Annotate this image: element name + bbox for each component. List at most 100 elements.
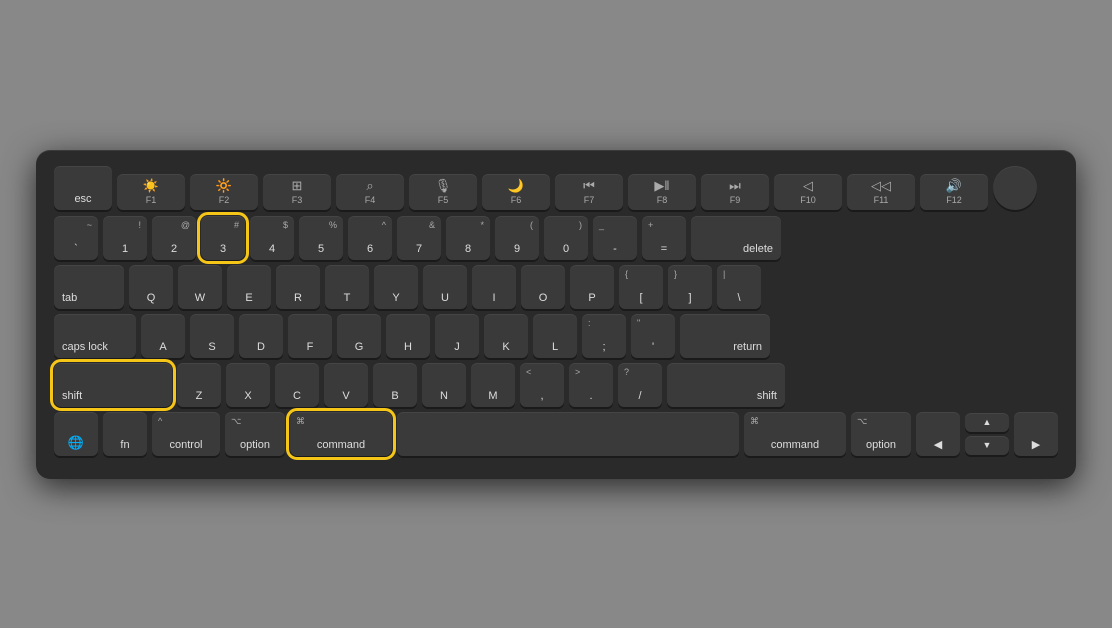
key-f11[interactable]: ◁◁ F11	[847, 174, 915, 210]
key-8-main: 8	[465, 243, 471, 255]
key-arrow-left[interactable]: ◀	[916, 412, 960, 456]
key-power[interactable]	[993, 166, 1037, 210]
key-b[interactable]: B	[373, 363, 417, 407]
bottom-row: 🌐 fn ^ control ⌥ option ⌘ command ⌘ comm…	[54, 412, 1058, 456]
key-f12-icon: 🔊	[946, 178, 962, 194]
key-3[interactable]: # 3	[201, 216, 245, 260]
key-command-right-label: command	[771, 439, 819, 451]
key-delete[interactable]: delete	[691, 216, 781, 260]
key-p[interactable]: P	[570, 265, 614, 309]
key-5-top: %	[329, 221, 337, 230]
key-option-right[interactable]: ⌥ option	[851, 412, 911, 456]
key-equals[interactable]: + =	[642, 216, 686, 260]
key-o[interactable]: O	[521, 265, 565, 309]
key-d[interactable]: D	[239, 314, 283, 358]
key-1-top: !	[138, 221, 141, 230]
key-7[interactable]: & 7	[397, 216, 441, 260]
key-esc[interactable]: esc	[54, 166, 112, 210]
key-shift-left[interactable]: shift	[54, 363, 172, 407]
key-v[interactable]: V	[324, 363, 368, 407]
key-h[interactable]: H	[386, 314, 430, 358]
key-shift-right[interactable]: shift	[667, 363, 785, 407]
key-y[interactable]: Y	[374, 265, 418, 309]
key-backslash[interactable]: | \	[717, 265, 761, 309]
key-f2-icon: 🔆	[216, 178, 232, 194]
key-1[interactable]: ! 1	[103, 216, 147, 260]
key-w[interactable]: W	[178, 265, 222, 309]
key-tab[interactable]: tab	[54, 265, 124, 309]
key-5[interactable]: % 5	[299, 216, 343, 260]
key-command-right[interactable]: ⌘ command	[744, 412, 846, 456]
key-t[interactable]: T	[325, 265, 369, 309]
key-esc-label: esc	[74, 193, 91, 205]
key-2[interactable]: @ 2	[152, 216, 196, 260]
key-quote[interactable]: " '	[631, 314, 675, 358]
key-arrow-right[interactable]: ▶	[1014, 412, 1058, 456]
key-f2[interactable]: 🔆 F2	[190, 174, 258, 210]
key-f9[interactable]: ⏭ F9	[701, 174, 769, 210]
key-arrow-up[interactable]: ▲	[965, 413, 1009, 432]
key-l[interactable]: L	[533, 314, 577, 358]
key-return[interactable]: return	[680, 314, 770, 358]
key-f6[interactable]: 🌙 F6	[482, 174, 550, 210]
key-f7[interactable]: ⏮ F7	[555, 174, 623, 210]
key-s[interactable]: S	[190, 314, 234, 358]
key-f7-icon: ⏮	[583, 178, 595, 194]
key-semicolon[interactable]: : ;	[582, 314, 626, 358]
key-x[interactable]: X	[226, 363, 270, 407]
key-f12[interactable]: 🔊 F12	[920, 174, 988, 210]
key-minus-top: _	[599, 221, 604, 230]
key-comma[interactable]: < ,	[520, 363, 564, 407]
key-n[interactable]: N	[422, 363, 466, 407]
key-q[interactable]: Q	[129, 265, 173, 309]
key-capslock[interactable]: caps lock	[54, 314, 136, 358]
key-u[interactable]: U	[423, 265, 467, 309]
key-k[interactable]: K	[484, 314, 528, 358]
key-f4-icon: ⌕	[366, 178, 373, 194]
key-f8[interactable]: ▶‖ F8	[628, 174, 696, 210]
key-option-left[interactable]: ⌥ option	[225, 412, 285, 456]
key-8[interactable]: * 8	[446, 216, 490, 260]
key-c[interactable]: C	[275, 363, 319, 407]
key-r[interactable]: R	[276, 265, 320, 309]
key-slash[interactable]: ? /	[618, 363, 662, 407]
key-f4-label: F4	[365, 195, 376, 205]
key-g[interactable]: G	[337, 314, 381, 358]
key-f1[interactable]: ☀️ F1	[117, 174, 185, 210]
key-open-bracket[interactable]: { [	[619, 265, 663, 309]
key-f8-label: F8	[657, 195, 668, 205]
key-minus-main: -	[613, 243, 617, 255]
key-f5[interactable]: 🎙 F5	[409, 174, 477, 210]
key-control-label: control	[169, 439, 202, 451]
key-f4[interactable]: ⌕ F4	[336, 174, 404, 210]
key-space[interactable]	[397, 412, 739, 456]
key-a[interactable]: A	[141, 314, 185, 358]
key-f10[interactable]: ◁ F10	[774, 174, 842, 210]
key-backtick[interactable]: ~ `	[54, 216, 98, 260]
key-control-icon: ^	[158, 417, 162, 426]
key-m[interactable]: M	[471, 363, 515, 407]
key-period[interactable]: > .	[569, 363, 613, 407]
key-e[interactable]: E	[227, 265, 271, 309]
key-9[interactable]: ( 9	[495, 216, 539, 260]
key-f[interactable]: F	[288, 314, 332, 358]
key-close-bracket[interactable]: } ]	[668, 265, 712, 309]
key-6[interactable]: ^ 6	[348, 216, 392, 260]
key-2-top: @	[181, 221, 190, 230]
key-control[interactable]: ^ control	[152, 412, 220, 456]
key-minus[interactable]: _ -	[593, 216, 637, 260]
key-j[interactable]: J	[435, 314, 479, 358]
key-shift-left-label: shift	[62, 390, 82, 402]
key-fn[interactable]: fn	[103, 412, 147, 456]
key-backtick-top: ~	[87, 221, 92, 230]
key-f3[interactable]: ⊞ F3	[263, 174, 331, 210]
qwerty-row: tab Q W E R T Y U I O P { [ } ] | \	[54, 265, 1058, 309]
key-z[interactable]: Z	[177, 363, 221, 407]
key-4[interactable]: $ 4	[250, 216, 294, 260]
key-command-left[interactable]: ⌘ command	[290, 412, 392, 456]
key-0[interactable]: ) 0	[544, 216, 588, 260]
key-arrow-down[interactable]: ▼	[965, 436, 1009, 455]
key-command-left-label: command	[317, 439, 365, 451]
key-globe[interactable]: 🌐	[54, 412, 98, 456]
key-i[interactable]: I	[472, 265, 516, 309]
